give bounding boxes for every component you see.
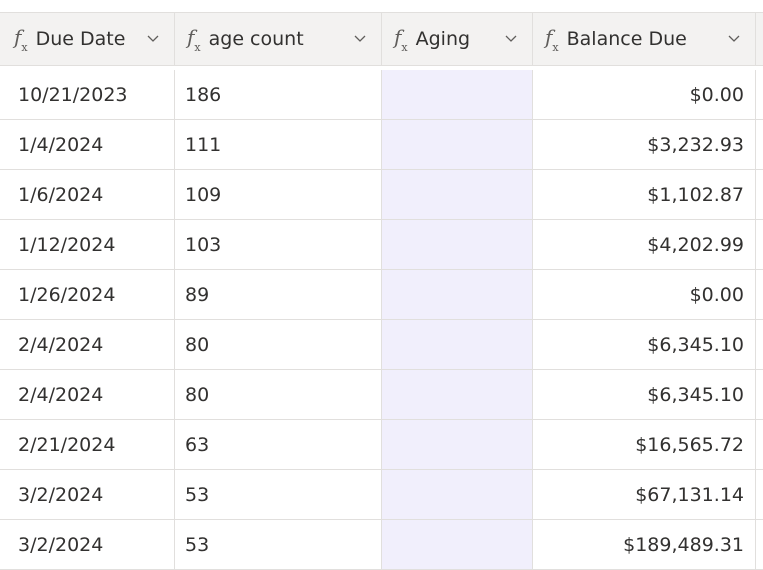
cell-age-count[interactable]: 109 bbox=[175, 170, 382, 219]
cell-due-date[interactable]: 2/21/2024 bbox=[0, 420, 175, 469]
cell-age-count[interactable]: 186 bbox=[175, 70, 382, 119]
column-header-aging[interactable]: fx Aging bbox=[382, 13, 533, 65]
cell-overflow bbox=[756, 320, 763, 369]
table-row[interactable]: 3/2/2024 53 $189,489.31 bbox=[0, 520, 763, 570]
cell-balance-due[interactable]: $67,131.14 bbox=[533, 470, 756, 519]
cell-due-date[interactable]: 2/4/2024 bbox=[0, 370, 175, 419]
cell-overflow bbox=[756, 270, 763, 319]
column-header-label: Balance Due bbox=[566, 28, 687, 50]
cell-due-date[interactable]: 3/2/2024 bbox=[0, 470, 175, 519]
table-row[interactable]: 2/21/2024 63 $16,565.72 bbox=[0, 420, 763, 470]
cell-age-count[interactable]: 80 bbox=[175, 370, 382, 419]
cell-overflow bbox=[756, 520, 763, 569]
fx-icon: fx bbox=[187, 24, 201, 54]
cell-aging[interactable] bbox=[382, 420, 533, 469]
cell-aging[interactable] bbox=[382, 370, 533, 419]
table-row[interactable]: 1/26/2024 89 $0.00 bbox=[0, 270, 763, 320]
cell-balance-due[interactable]: $0.00 bbox=[533, 270, 756, 319]
table-row[interactable]: 10/21/2023 186 $0.00 bbox=[0, 70, 763, 120]
cell-aging[interactable] bbox=[382, 470, 533, 519]
table-row[interactable]: 3/2/2024 53 $67,131.14 bbox=[0, 470, 763, 520]
cell-age-count[interactable]: 80 bbox=[175, 320, 382, 369]
cell-due-date[interactable]: 3/2/2024 bbox=[0, 520, 175, 569]
cell-aging[interactable] bbox=[382, 520, 533, 569]
fx-icon: fx bbox=[545, 24, 559, 54]
cell-overflow bbox=[756, 220, 763, 269]
fx-icon: fx bbox=[394, 24, 408, 54]
column-header-label: age count bbox=[208, 28, 304, 50]
grid-header: fx Due Date fx age count fx Aging fx Bal… bbox=[0, 12, 763, 66]
cell-balance-due[interactable]: $6,345.10 bbox=[533, 320, 756, 369]
cell-balance-due[interactable]: $0.00 bbox=[533, 70, 756, 119]
cell-balance-due[interactable]: $4,202.99 bbox=[533, 220, 756, 269]
cell-aging[interactable] bbox=[382, 70, 533, 119]
cell-due-date[interactable]: 1/26/2024 bbox=[0, 270, 175, 319]
chevron-down-icon[interactable] bbox=[504, 31, 518, 45]
table-row[interactable]: 2/4/2024 80 $6,345.10 bbox=[0, 370, 763, 420]
grid-body: 10/21/2023 186 $0.00 1/4/2024 111 $3,232… bbox=[0, 70, 763, 570]
cell-age-count[interactable]: 63 bbox=[175, 420, 382, 469]
cell-overflow bbox=[756, 420, 763, 469]
cell-due-date[interactable]: 1/4/2024 bbox=[0, 120, 175, 169]
cell-due-date[interactable]: 1/6/2024 bbox=[0, 170, 175, 219]
cell-balance-due[interactable]: $3,232.93 bbox=[533, 120, 756, 169]
cell-aging[interactable] bbox=[382, 120, 533, 169]
cell-overflow bbox=[756, 120, 763, 169]
cell-aging[interactable] bbox=[382, 220, 533, 269]
cell-aging[interactable] bbox=[382, 270, 533, 319]
column-header-balance-due[interactable]: fx Balance Due bbox=[533, 13, 756, 65]
table-row[interactable]: 1/6/2024 109 $1,102.87 bbox=[0, 170, 763, 220]
cell-balance-due[interactable]: $6,345.10 bbox=[533, 370, 756, 419]
cell-balance-due[interactable]: $1,102.87 bbox=[533, 170, 756, 219]
data-grid: fx Due Date fx age count fx Aging fx Bal… bbox=[0, 0, 763, 570]
chevron-down-icon[interactable] bbox=[146, 31, 160, 45]
chevron-down-icon[interactable] bbox=[353, 31, 367, 45]
cell-balance-due[interactable]: $16,565.72 bbox=[533, 420, 756, 469]
cell-overflow bbox=[756, 370, 763, 419]
cell-due-date[interactable]: 10/21/2023 bbox=[0, 70, 175, 119]
cell-balance-due[interactable]: $189,489.31 bbox=[533, 520, 756, 569]
cell-due-date[interactable]: 2/4/2024 bbox=[0, 320, 175, 369]
cell-overflow bbox=[756, 70, 763, 119]
cell-age-count[interactable]: 103 bbox=[175, 220, 382, 269]
column-header-label: Aging bbox=[415, 28, 471, 50]
column-header-overflow bbox=[756, 13, 763, 65]
cell-aging[interactable] bbox=[382, 320, 533, 369]
cell-overflow bbox=[756, 170, 763, 219]
cell-age-count[interactable]: 111 bbox=[175, 120, 382, 169]
column-header-due-date[interactable]: fx Due Date bbox=[0, 13, 175, 65]
cell-aging[interactable] bbox=[382, 170, 533, 219]
cell-due-date[interactable]: 1/12/2024 bbox=[0, 220, 175, 269]
chevron-down-icon[interactable] bbox=[727, 31, 741, 45]
cell-age-count[interactable]: 53 bbox=[175, 470, 382, 519]
table-row[interactable]: 1/4/2024 111 $3,232.93 bbox=[0, 120, 763, 170]
column-header-age-count[interactable]: fx age count bbox=[175, 13, 382, 65]
table-row[interactable]: 1/12/2024 103 $4,202.99 bbox=[0, 220, 763, 270]
cell-overflow bbox=[756, 470, 763, 519]
column-header-label: Due Date bbox=[35, 28, 126, 50]
table-row[interactable]: 2/4/2024 80 $6,345.10 bbox=[0, 320, 763, 370]
cell-age-count[interactable]: 53 bbox=[175, 520, 382, 569]
cell-age-count[interactable]: 89 bbox=[175, 270, 382, 319]
fx-icon: fx bbox=[14, 24, 28, 54]
